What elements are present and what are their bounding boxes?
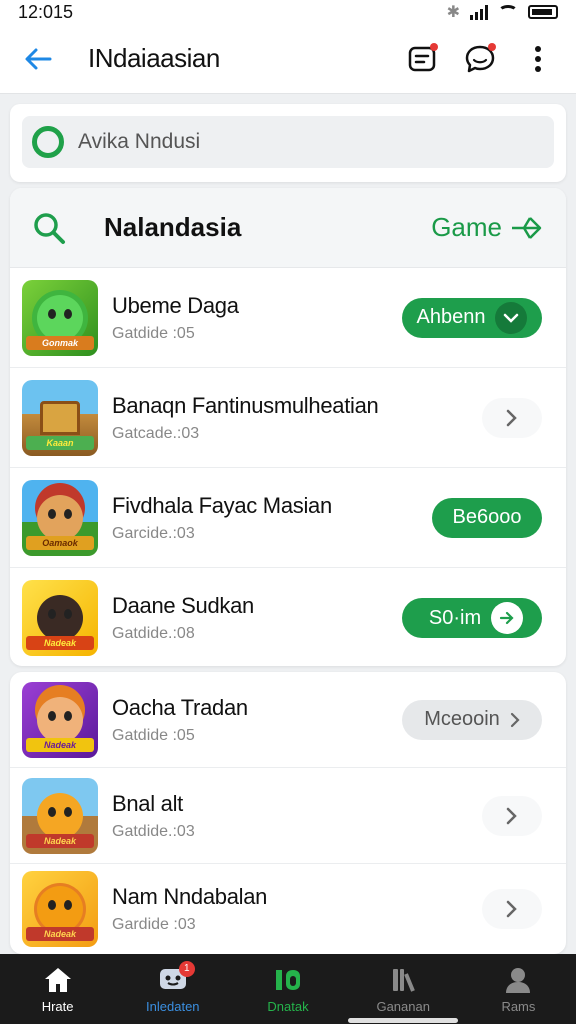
- notification-dot: [488, 42, 496, 51]
- item-title: Bnal alt: [112, 790, 183, 816]
- search-field[interactable]: [22, 116, 554, 168]
- list-item[interactable]: Nadeak Oacha Tradan Gatdide :05 Mceooin: [10, 672, 566, 768]
- home-indicator: [348, 1018, 458, 1023]
- nav-label: Hrate: [41, 998, 74, 1014]
- item-subtitle: Gardide :03: [112, 916, 196, 933]
- item-title: Fivdhala Fayac Masian: [112, 492, 332, 518]
- section-link-label: Game: [431, 212, 502, 242]
- list-item[interactable]: Nadeak Nam Nndabalan Gardide :03: [10, 864, 566, 954]
- app-icon: Nadeak: [22, 871, 98, 947]
- item-subtitle: Gatcade.:03: [112, 424, 200, 442]
- item-subtitle: Gatdide.:08: [112, 625, 195, 642]
- item-action-label: S0·im: [428, 606, 482, 629]
- list-item[interactable]: Nadeak Bnal alt Gatdide.:03: [10, 768, 566, 864]
- nav-item-messages[interactable]: 1 Inledaten: [115, 954, 230, 1024]
- item-action-button[interactable]: S0·im: [402, 598, 542, 638]
- more-vert-icon: [535, 45, 541, 72]
- chevron-right-button[interactable]: [482, 889, 542, 929]
- chevron-right-button[interactable]: [482, 397, 542, 438]
- chat-icon: 1: [157, 960, 195, 995]
- item-title: Nam Nndabalan: [112, 884, 268, 909]
- section-header: Nalandasia Game: [10, 188, 566, 268]
- bars-icon: [387, 965, 419, 995]
- games-icon: [272, 965, 304, 995]
- chevron-right-icon: [506, 807, 517, 824]
- notifications-button[interactable]: [402, 39, 442, 79]
- nav-item-games[interactable]: Dnatak: [230, 954, 345, 1024]
- profile-icon: [502, 965, 534, 995]
- search-input[interactable]: [78, 130, 498, 154]
- item-subtitle: Gatdide :05: [112, 324, 195, 342]
- chevron-right-icon: [506, 409, 517, 426]
- nav-item-profile[interactable]: Rams: [461, 954, 576, 1024]
- chevron-right-icon: [506, 900, 517, 918]
- item-action-button[interactable]: Be6ooo: [432, 497, 542, 538]
- status-icons: ✱: [447, 2, 558, 22]
- search-card: [10, 104, 566, 182]
- item-title: Oacha Tradan: [112, 694, 248, 720]
- list-item[interactable]: Gonmak Ubeme Daga Gatdide :05 Ahbenn: [10, 268, 566, 368]
- chevron-right-button[interactable]: [482, 795, 542, 836]
- arrow-right-icon: [512, 216, 542, 239]
- list-item[interactable]: Oamaok Fivdhala Fayac Masian Garcide.:03…: [10, 468, 566, 568]
- item-title: Banaqn Fantinusmulheatian: [112, 392, 379, 418]
- notification-dot: [430, 42, 438, 51]
- item-action-label: Ahbenn: [416, 306, 486, 328]
- item-title: Ubeme Daga: [112, 292, 239, 318]
- app-bar: INdaiaasian: [0, 24, 576, 94]
- nav-label: Gananan: [376, 998, 430, 1014]
- bluetooth-icon: ✱: [446, 4, 460, 21]
- item-subtitle: Gatdide :05: [112, 726, 195, 744]
- item-action-label: Be6ooo: [452, 506, 522, 528]
- nav-item-gananan[interactable]: Gananan: [346, 954, 461, 1024]
- nav-label: Rams: [501, 998, 536, 1014]
- games-list-card-secondary: Nadeak Oacha Tradan Gatdide :05 Mceooin …: [10, 672, 566, 954]
- item-action-button[interactable]: Ahbenn: [402, 297, 542, 338]
- item-title: Daane Sudkan: [112, 593, 254, 618]
- app-icon: Oamaok: [22, 479, 98, 556]
- status-bar: 12:015 ✱: [0, 0, 576, 24]
- list-item[interactable]: Nadeak Daane Sudkan Gatdide.:08 S0·im: [10, 568, 566, 666]
- item-action-label: Mceooin: [424, 708, 500, 730]
- bottom-navigation: Hrate 1 Inledaten Dnatak Gananan Rams: [0, 954, 576, 1024]
- chevron-right-icon: [510, 712, 520, 727]
- nav-label: Dnatak: [267, 998, 309, 1014]
- app-icon: Kaaan: [22, 379, 98, 456]
- more-options-button[interactable]: [518, 39, 558, 79]
- nav-label: Inledaten: [146, 998, 200, 1014]
- games-list-card: Nalandasia Game Gonmak Ubeme Daga Gatdid…: [10, 188, 566, 666]
- wifi-icon: [498, 5, 518, 19]
- section-game-link[interactable]: Game: [431, 212, 544, 243]
- app-icon: Gonmak: [22, 279, 98, 356]
- messages-button[interactable]: [460, 39, 500, 79]
- item-action-button[interactable]: Mceooin: [402, 699, 542, 740]
- app-icon: Nadeak: [22, 580, 98, 656]
- app-icon: Nadeak: [22, 777, 98, 854]
- battery-icon: [528, 5, 558, 19]
- search-icon[interactable]: [32, 211, 66, 245]
- search-ring-icon: [32, 126, 64, 158]
- section-title: Nalandasia: [104, 212, 242, 242]
- list-item[interactable]: Kaaan Banaqn Fantinusmulheatian Gatcade.…: [10, 368, 566, 468]
- item-subtitle: Garcide.:03: [112, 524, 195, 542]
- chevron-down-icon: [495, 301, 528, 334]
- signal-icon: [470, 4, 488, 20]
- app-icon: Nadeak: [22, 681, 98, 758]
- page-title: INdaiaasian: [88, 43, 220, 73]
- nav-item-home[interactable]: Hrate: [0, 954, 115, 1024]
- nav-badge: 1: [178, 960, 195, 977]
- home-icon: [42, 965, 74, 995]
- arrow-right-icon: [491, 602, 524, 634]
- back-arrow-icon[interactable]: [18, 39, 58, 79]
- item-subtitle: Gatdide.:03: [112, 822, 195, 840]
- status-time: 12:015: [18, 1, 74, 22]
